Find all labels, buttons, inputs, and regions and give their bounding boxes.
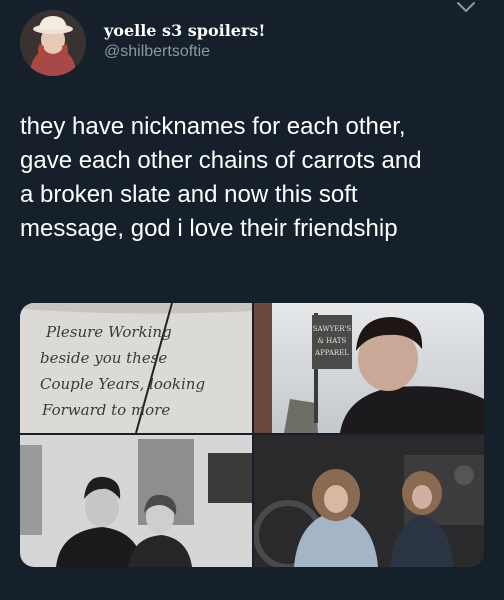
- user-handle[interactable]: @shilbertsoftie: [104, 43, 210, 61]
- photo-handwritten-note[interactable]: Plesure Working beside you these Couple …: [20, 303, 252, 433]
- sign-line: SAWYER'S: [313, 325, 352, 333]
- tweet-text-line: gave each other chains of carrots and: [20, 147, 422, 174]
- avatar[interactable]: [20, 10, 86, 76]
- photo-winter-duo[interactable]: [254, 435, 484, 567]
- sign-line: & HATS: [318, 337, 347, 345]
- note-line: Plesure Working: [45, 323, 172, 341]
- tweet-text-line: message, god i love their friendship: [20, 215, 398, 242]
- tweet-text: they have nicknames for each other, gave…: [20, 110, 490, 246]
- chevron-down-icon[interactable]: [454, 0, 478, 18]
- sign-line: APPAREL: [314, 349, 349, 357]
- tweet-text-line: they have nicknames for each other,: [20, 113, 406, 140]
- note-line: beside you these: [40, 349, 167, 367]
- photo-boy-with-sign[interactable]: SAWYER'S & HATS APPAREL: [254, 303, 484, 433]
- display-name[interactable]: yoelle s3 spoilers!: [104, 21, 265, 40]
- photo-grid: Plesure Working beside you these Couple …: [20, 303, 484, 567]
- tweet-text-line: a broken slate and now this soft: [20, 181, 358, 208]
- note-line: Forward to more: [41, 401, 170, 419]
- photo-bw-duo[interactable]: [20, 435, 252, 567]
- avatar-image: [20, 10, 86, 76]
- note-line: Couple Years, looking: [40, 375, 205, 393]
